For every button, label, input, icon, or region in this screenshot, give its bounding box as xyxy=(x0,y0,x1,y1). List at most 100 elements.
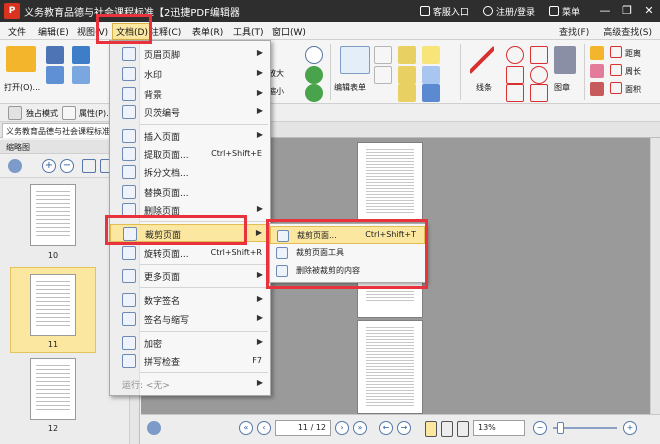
thumbnail-page-label: 12 xyxy=(47,424,59,433)
gear-icon[interactable] xyxy=(8,159,22,173)
advanced-find-button[interactable]: 高级查找(S) xyxy=(603,25,652,38)
attachment-icon[interactable] xyxy=(422,66,440,84)
menu-tools[interactable]: 工具(T) xyxy=(233,25,264,38)
settings-gear-icon[interactable] xyxy=(147,421,161,435)
zoom-in-icon[interactable] xyxy=(305,46,323,64)
menu-item-label: 数字签名 xyxy=(144,297,181,307)
menubar-right: 查找(F) 高级查找(S) xyxy=(559,25,652,38)
menu-form[interactable]: 表单(R) xyxy=(192,25,223,38)
menu-item-more-pages[interactable]: 更多页面 ▶ xyxy=(110,267,270,285)
single-page-icon[interactable] xyxy=(425,421,437,437)
thumbnail-page-label: 11 xyxy=(47,340,59,349)
submenu-arrow-icon: ▶ xyxy=(256,294,263,303)
radio-field-icon[interactable] xyxy=(374,66,392,84)
stamp-icon[interactable] xyxy=(554,46,576,74)
zoom-in-button[interactable]: + xyxy=(623,421,637,435)
cloud-shape-icon[interactable] xyxy=(530,46,548,64)
zoom-in-thumb-icon[interactable]: + xyxy=(42,159,56,173)
pentagon-icon[interactable] xyxy=(530,84,548,102)
continuous-page-icon[interactable] xyxy=(441,421,453,437)
menu-item-watermark[interactable]: 水印 ▶ xyxy=(110,65,270,83)
menu-separator xyxy=(140,331,268,332)
menu-window[interactable]: 窗口(W) xyxy=(272,25,306,38)
text-field-icon[interactable] xyxy=(398,46,416,64)
menu-button[interactable]: 菜单 xyxy=(548,5,580,18)
login-button[interactable]: 注册/登录 xyxy=(482,5,535,18)
menu-item-background[interactable]: 背景 ▶ xyxy=(110,85,270,103)
circle-icon[interactable] xyxy=(506,46,524,64)
note-icon[interactable] xyxy=(422,46,440,64)
menu-item-digital-signature[interactable]: 数字签名 ▶ xyxy=(110,291,270,309)
properties-icon[interactable] xyxy=(62,106,76,120)
open-folder-icon[interactable] xyxy=(6,46,36,72)
next-page-button[interactable]: › xyxy=(335,421,349,435)
highlight-icon[interactable] xyxy=(590,82,604,96)
text-box-icon[interactable] xyxy=(398,66,416,84)
maximize-button[interactable]: ❐ xyxy=(616,0,638,22)
facing-page-icon[interactable] xyxy=(457,421,469,437)
menu-item-run[interactable]: 运行: <无> ▶ xyxy=(110,375,270,393)
menu-item-rotate-pages[interactable]: 旋转页面... Ctrl+Shift+R xyxy=(110,244,270,262)
menu-item-spell-check[interactable]: 拼写检查 F7 xyxy=(110,352,270,370)
menu-item-replace-pages[interactable]: 替换页面... xyxy=(110,183,270,201)
find-button[interactable]: 查找(F) xyxy=(559,25,589,38)
menu-edit[interactable]: 编辑(E) xyxy=(38,25,69,38)
eraser-icon[interactable] xyxy=(590,64,604,78)
menu-item-split-document[interactable]: 拆分文档... xyxy=(110,163,270,181)
menu-comment[interactable]: 注释(C) xyxy=(150,25,181,38)
first-page-button[interactable]: « xyxy=(239,421,253,435)
ellipse-icon[interactable] xyxy=(530,66,548,84)
menu-file[interactable]: 文件 xyxy=(8,25,26,38)
polygon-icon[interactable] xyxy=(506,84,524,102)
menu-item-label: 拆分文档... xyxy=(144,169,189,179)
spell-check-icon xyxy=(122,354,136,368)
sound-icon[interactable] xyxy=(422,84,440,102)
menu-item-bates-numbering[interactable]: 贝茨编号 ▶ xyxy=(110,103,270,121)
callout-icon[interactable] xyxy=(398,84,416,102)
support-entry-button[interactable]: 客服入口 xyxy=(419,5,469,18)
thumbnail-page[interactable] xyxy=(30,274,76,336)
save-icon[interactable] xyxy=(46,46,64,64)
document-scrollbar[interactable] xyxy=(650,138,660,414)
rotate-icon[interactable] xyxy=(305,66,323,84)
line-tool-icon[interactable] xyxy=(470,46,494,74)
forward-button[interactable]: → xyxy=(397,421,411,435)
minimize-button[interactable]: — xyxy=(594,0,616,22)
submenu-arrow-icon: ▶ xyxy=(256,106,263,115)
distance-icon[interactable] xyxy=(610,46,622,58)
menu-item-encrypt[interactable]: 加密 ▶ xyxy=(110,334,270,352)
refresh-icon[interactable] xyxy=(305,84,323,102)
area-icon[interactable] xyxy=(610,82,622,94)
back-button[interactable]: ← xyxy=(379,421,393,435)
menu-item-extract-pages[interactable]: 提取页面... Ctrl+Shift+E xyxy=(110,145,270,163)
edit-form-icon[interactable] xyxy=(340,46,370,74)
prev-page-button[interactable]: ‹ xyxy=(257,421,271,435)
menu-item-label: 提取页面... xyxy=(144,151,189,161)
thumbnail-page[interactable] xyxy=(30,184,76,246)
new-doc-icon[interactable] xyxy=(46,66,64,84)
menu-item-header-footer[interactable]: 页眉页脚 ▶ xyxy=(110,45,270,63)
cloud-icon[interactable] xyxy=(72,46,90,64)
menu-item-label: 替换页面... xyxy=(144,189,189,199)
menu-item-label: 更多页面 xyxy=(144,273,181,283)
zoom-slider-knob[interactable] xyxy=(557,422,564,434)
rect-icon[interactable] xyxy=(506,66,524,84)
main-toolbar: 打开(O)... 放大 缩小 编辑表单 线条 图章 距离 周长 面积 xyxy=(0,40,660,104)
rotate-thumb-icon[interactable] xyxy=(82,159,96,173)
page-number-input[interactable]: 11 / 12 xyxy=(275,420,331,436)
menu-item-insert-pages[interactable]: 插入页面 ▶ xyxy=(110,127,270,145)
close-button[interactable]: ✕ xyxy=(638,0,660,22)
solo-mode-button[interactable]: 独占模式 xyxy=(26,108,58,119)
zoom-out-button[interactable]: − xyxy=(533,421,547,435)
perimeter-icon[interactable] xyxy=(610,64,622,76)
checkbox-field-icon[interactable] xyxy=(374,46,392,64)
last-page-button[interactable]: » xyxy=(353,421,367,435)
zoom-select[interactable]: 13% xyxy=(473,420,525,436)
open-label: 打开(O)... xyxy=(4,83,41,92)
print-icon[interactable] xyxy=(72,66,90,84)
pencil-icon[interactable] xyxy=(590,46,604,60)
zoom-out-thumb-icon[interactable]: − xyxy=(60,159,74,173)
thumbnail-page[interactable] xyxy=(30,358,76,420)
menu-item-sign-initial[interactable]: 签名与缩写 ▶ xyxy=(110,310,270,328)
hand-icon[interactable] xyxy=(8,106,22,120)
